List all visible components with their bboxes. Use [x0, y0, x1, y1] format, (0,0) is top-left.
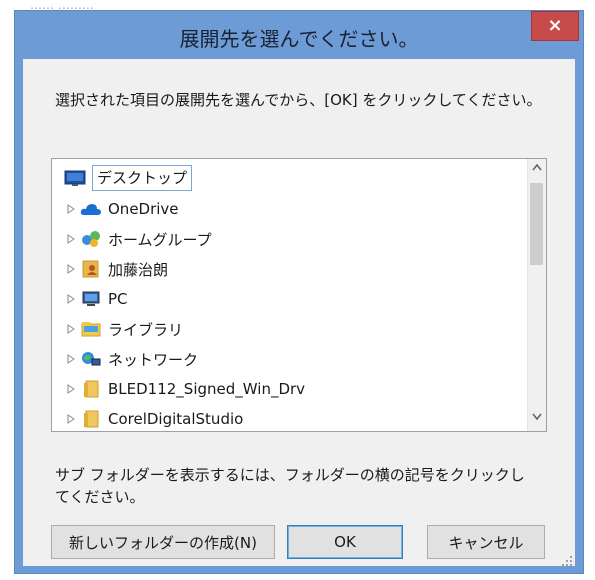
tree-item-user-folder[interactable]: 加藤治朗	[66, 254, 168, 284]
homegroup-icon	[80, 230, 102, 248]
cancel-button[interactable]: キャンセル	[427, 525, 545, 559]
tree-item-network[interactable]: ネットワーク	[66, 344, 198, 374]
tree-item-libraries[interactable]: ライブラリ	[66, 314, 183, 344]
tree-item-label: BLED112_Signed_Win_Drv	[108, 380, 306, 398]
tree-item-label: PC	[108, 290, 128, 308]
cloud-icon	[80, 200, 102, 218]
tree-item-folder-bled112[interactable]: BLED112_Signed_Win_Drv	[66, 374, 305, 404]
tree-item-label: CorelDigitalStudio	[108, 410, 244, 428]
expand-arrow-icon[interactable]	[66, 324, 76, 334]
tree-item-homegroup[interactable]: ホームグループ	[66, 224, 212, 254]
tree-item-label: ライブラリ	[108, 320, 184, 339]
expand-arrow-icon[interactable]	[66, 384, 76, 394]
expand-arrow-icon[interactable]	[66, 264, 76, 274]
desktop-icon	[64, 169, 86, 187]
close-button[interactable]: ×	[531, 11, 579, 41]
tree-item-label: OneDrive	[108, 200, 179, 218]
tree-item-onedrive[interactable]: OneDrive	[66, 194, 179, 224]
expand-arrow-icon[interactable]	[66, 414, 76, 424]
expand-arrow-icon[interactable]	[66, 354, 76, 364]
network-icon	[80, 350, 102, 368]
subfolder-hint-text: サブ フォルダーを表示するには、フォルダーの横の記号をクリックしてください。	[55, 466, 525, 506]
vertical-scrollbar[interactable]	[527, 159, 546, 431]
dialog-client-area: 選択された項目の展開先を選んでから、[OK] をクリックしてください。 デスクト…	[23, 59, 575, 566]
user-folder-icon	[80, 260, 102, 278]
scrollbar-thumb[interactable]	[530, 183, 543, 265]
instruction-text: 選択された項目の展開先を選んでから、[OK] をクリックしてください。	[55, 91, 542, 109]
expand-arrow-icon[interactable]	[66, 234, 76, 244]
folder-icon	[80, 410, 102, 428]
ok-button[interactable]: OK	[287, 525, 403, 559]
new-folder-button[interactable]: 新しいフォルダーの作成(N)	[51, 525, 275, 559]
browse-folder-dialog: 展開先を選んでください。 × 選択された項目の展開先を選んでから、[OK] をク…	[14, 10, 584, 574]
tree-item-label: デスクトップ	[92, 165, 193, 191]
resize-grip-icon[interactable]	[561, 552, 573, 566]
expand-arrow-icon[interactable]	[66, 204, 76, 214]
title-bar[interactable]: 展開先を選んでください。 ×	[15, 11, 583, 59]
tree-item-pc[interactable]: PC	[66, 284, 128, 314]
tree-item-label: ホームグループ	[108, 230, 212, 249]
close-icon: ×	[547, 15, 563, 36]
tree-item-folder-coreldigitalstudio[interactable]: CorelDigitalStudio	[66, 404, 244, 431]
tree-item-label: ネットワーク	[108, 350, 199, 369]
scroll-up-arrow-icon[interactable]	[528, 163, 546, 177]
folder-tree[interactable]: デスクトップ OneDrive ホームグループ 加藤治朗 PC ライブラリ ネッ…	[51, 158, 547, 432]
computer-icon	[80, 290, 102, 308]
expand-arrow-icon[interactable]	[66, 294, 76, 304]
scroll-down-arrow-icon[interactable]	[528, 413, 546, 427]
tree-item-desktop[interactable]: デスクトップ	[64, 163, 193, 193]
library-icon	[80, 320, 102, 338]
folder-icon	[80, 380, 102, 398]
tree-item-label: 加藤治朗	[108, 260, 169, 279]
dialog-title: 展開先を選んでください。	[179, 27, 419, 51]
